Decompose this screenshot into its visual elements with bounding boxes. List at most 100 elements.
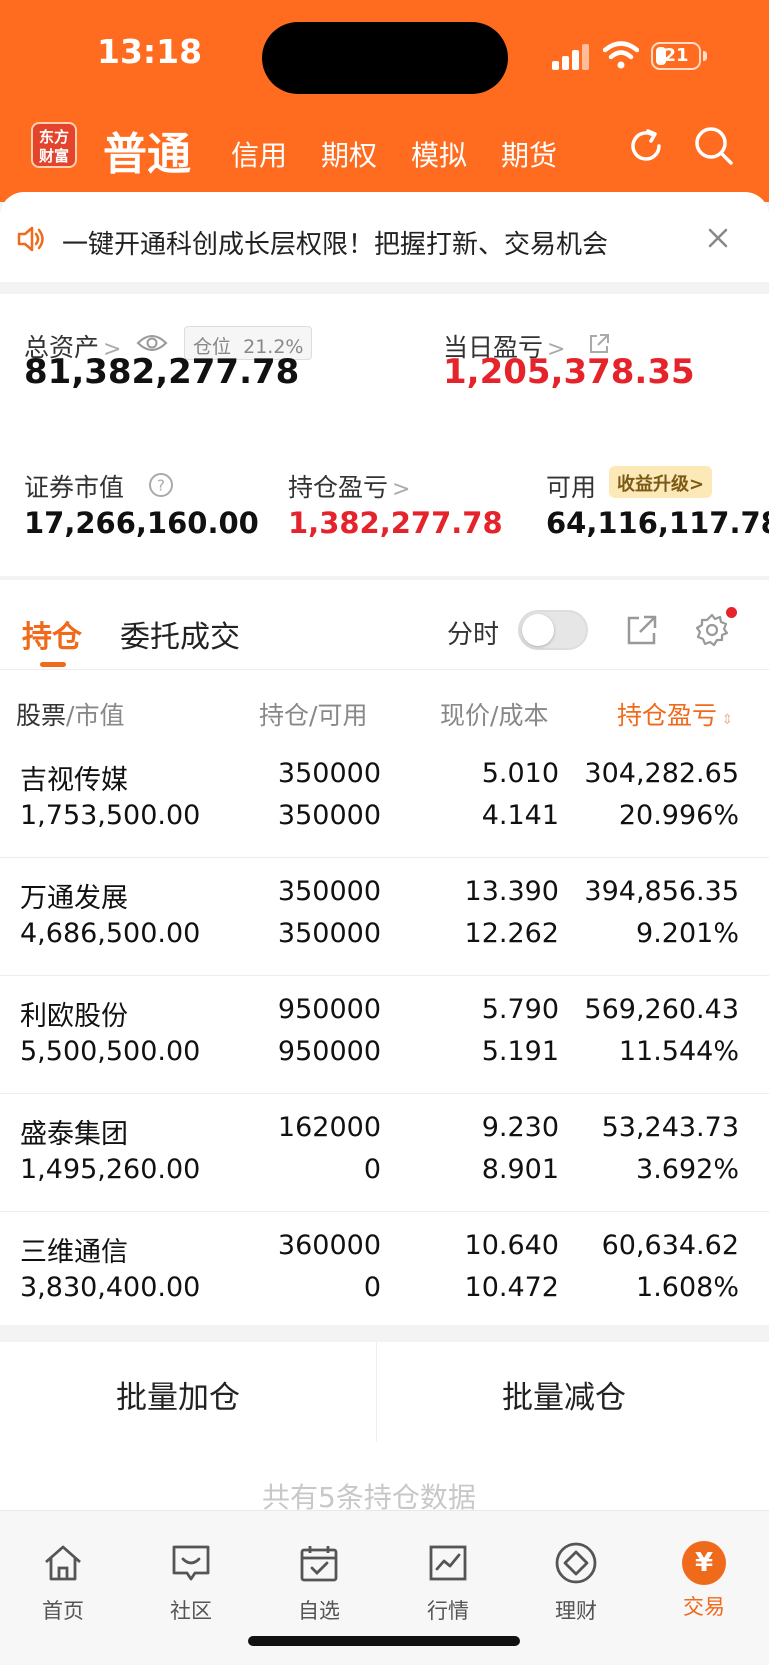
stock-price: 10.640: [464, 1230, 559, 1261]
batch-reduce-button[interactable]: 批量减仓: [502, 1372, 626, 1417]
help-icon[interactable]: ?: [148, 472, 174, 498]
tab-community-label: 社区: [170, 1599, 212, 1623]
tab-watchlist[interactable]: 自选: [279, 1541, 359, 1625]
col-pl-sort[interactable]: 持仓盈亏 ⇕: [617, 696, 733, 732]
tab-normal-account[interactable]: 普通: [103, 118, 191, 182]
stock-market-value: 1,495,260.00: [20, 1154, 201, 1185]
tab-home-label: 首页: [42, 1599, 84, 1623]
col-position-available: 持仓/可用: [259, 696, 367, 732]
tab-simulation[interactable]: 模拟: [411, 134, 467, 174]
tab-market-label: 行情: [427, 1599, 469, 1623]
stock-pl-percent: 9.201%: [636, 918, 739, 949]
tab-home[interactable]: 首页: [23, 1541, 103, 1625]
cellular-signal-icon: [552, 44, 592, 70]
speaker-icon: [17, 226, 44, 252]
holding-pl-label[interactable]: 持仓盈亏 >: [288, 468, 410, 504]
market-icon: [429, 1545, 467, 1581]
market-value: 17,266,160.00: [24, 506, 259, 540]
settings-gear-icon[interactable]: [694, 612, 730, 648]
community-icon: [172, 1545, 210, 1581]
wifi-icon: [603, 41, 639, 69]
tab-options[interactable]: 期权: [321, 134, 377, 174]
stock-available: 350000: [277, 918, 381, 949]
stock-pl-percent: 1.608%: [636, 1272, 739, 1303]
close-icon[interactable]: [706, 226, 730, 250]
search-icon[interactable]: [692, 124, 736, 168]
daily-pl-value: 1,205,378.35: [443, 352, 695, 392]
stock-quantity: 162000: [277, 1112, 381, 1143]
stock-pl-percent: 20.996%: [618, 800, 739, 831]
watchlist-icon: [300, 1546, 338, 1582]
eye-icon[interactable]: [136, 332, 168, 354]
market-value-label: 证券市值: [24, 473, 125, 502]
holding-pl-value: 1,382,277.78: [288, 506, 503, 540]
tab-wealth-label: 理财: [555, 1599, 597, 1623]
timeshare-label: 分时: [447, 620, 500, 650]
col-stock-label: 股票: [16, 701, 67, 730]
tab-trade-label: 交易: [683, 1595, 725, 1619]
timeshare-toggle[interactable]: [518, 610, 588, 650]
col-position-label: 持仓: [259, 701, 310, 730]
battery-icon: 21: [651, 42, 701, 70]
trade-icon: ¥: [682, 1541, 726, 1585]
status-bar: 13:18 21: [0, 0, 769, 112]
tab-positions[interactable]: 持仓: [22, 612, 82, 656]
batch-add-button[interactable]: 批量加仓: [116, 1372, 240, 1417]
stock-price: 5.790: [481, 994, 559, 1025]
holding-row[interactable]: 吉视传媒 1,753,500.00 350000 350000 5.010 4.…: [0, 740, 769, 858]
stock-available: 0: [363, 1154, 381, 1185]
dynamic-island: [262, 22, 508, 94]
stock-market-value: 4,686,500.00: [20, 918, 201, 949]
holding-pl-label-text: 持仓盈亏: [288, 473, 389, 502]
stock-available: 950000: [277, 1036, 381, 1067]
col-available-label: /可用: [309, 701, 368, 730]
tab-community[interactable]: 社区: [151, 1541, 231, 1625]
tab-futures[interactable]: 期货: [501, 134, 557, 174]
stock-cost: 5.191: [481, 1036, 559, 1067]
holding-row[interactable]: 盛泰集团 1,495,260.00 162000 0 9.230 8.901 5…: [0, 1094, 769, 1212]
home-indicator: [248, 1636, 520, 1646]
col-stock-value: 股票/市值: [16, 696, 124, 732]
stock-name: 吉视传媒: [20, 765, 128, 796]
stock-name: 利欧股份: [20, 1001, 128, 1032]
external-link-icon[interactable]: [624, 612, 660, 648]
holding-row[interactable]: 万通发展 4,686,500.00 350000 350000 13.390 1…: [0, 858, 769, 976]
stock-pl: 304,282.65: [584, 758, 739, 789]
stock-cost: 10.472: [464, 1272, 559, 1303]
available-value: 64,116,117.78: [546, 506, 769, 540]
upgrade-badge[interactable]: 收益升级>: [609, 466, 713, 498]
active-tab-indicator: [40, 662, 66, 667]
stock-quantity: 950000: [277, 994, 381, 1025]
notice-text[interactable]: 一键开通科创成长层权限！把握打新、交易机会: [62, 224, 608, 261]
tab-orders[interactable]: 委托成交: [120, 612, 240, 656]
tab-credit[interactable]: 信用: [231, 134, 287, 174]
stock-price: 13.390: [464, 876, 559, 907]
notice-banner[interactable]: 一键开通科创成长层权限！把握打新、交易机会: [0, 192, 769, 282]
app-logo: 东方财富: [31, 122, 77, 168]
holding-row[interactable]: 利欧股份 5,500,500.00 950000 950000 5.790 5.…: [0, 976, 769, 1094]
stock-quantity: 350000: [277, 758, 381, 789]
refresh-icon[interactable]: [624, 124, 668, 168]
stock-price: 5.010: [481, 758, 559, 789]
col-price-cost: 现价/成本: [440, 696, 548, 732]
stock-market-value: 1,753,500.00: [20, 800, 201, 831]
tab-wealth[interactable]: 理财: [536, 1541, 616, 1625]
tab-market[interactable]: 行情: [408, 1541, 488, 1625]
battery-cap: [703, 51, 707, 61]
wealth-icon: [555, 1542, 597, 1584]
tab-trade[interactable]: ¥ 交易: [664, 1541, 744, 1621]
col-price-label: 现价: [440, 701, 491, 730]
stock-pl: 394,856.35: [584, 876, 739, 907]
stock-pl-percent: 3.692%: [636, 1154, 739, 1185]
stock-quantity: 350000: [277, 876, 381, 907]
stock-pl: 60,634.62: [601, 1230, 739, 1261]
holdings-tabs: 持仓 委托成交 分时: [0, 580, 769, 670]
col-value-label: /市值: [66, 701, 125, 730]
col-cost-label: /成本: [490, 701, 549, 730]
chevron-right-icon: >: [392, 477, 411, 502]
account-type-nav: 东方财富 普通 信用 期权 模拟 期货: [0, 112, 769, 202]
asset-summary: 总资产 > 仓位 21.2% 81,382,277.78 当日盈亏 > 1,205,…: [0, 294, 769, 576]
holdings-count-footer: 共有5条持仓数据: [0, 1442, 769, 1514]
status-time: 13:18: [97, 32, 203, 71]
holding-row[interactable]: 三维通信 3,830,400.00 360000 0 10.640 10.472…: [0, 1212, 769, 1330]
